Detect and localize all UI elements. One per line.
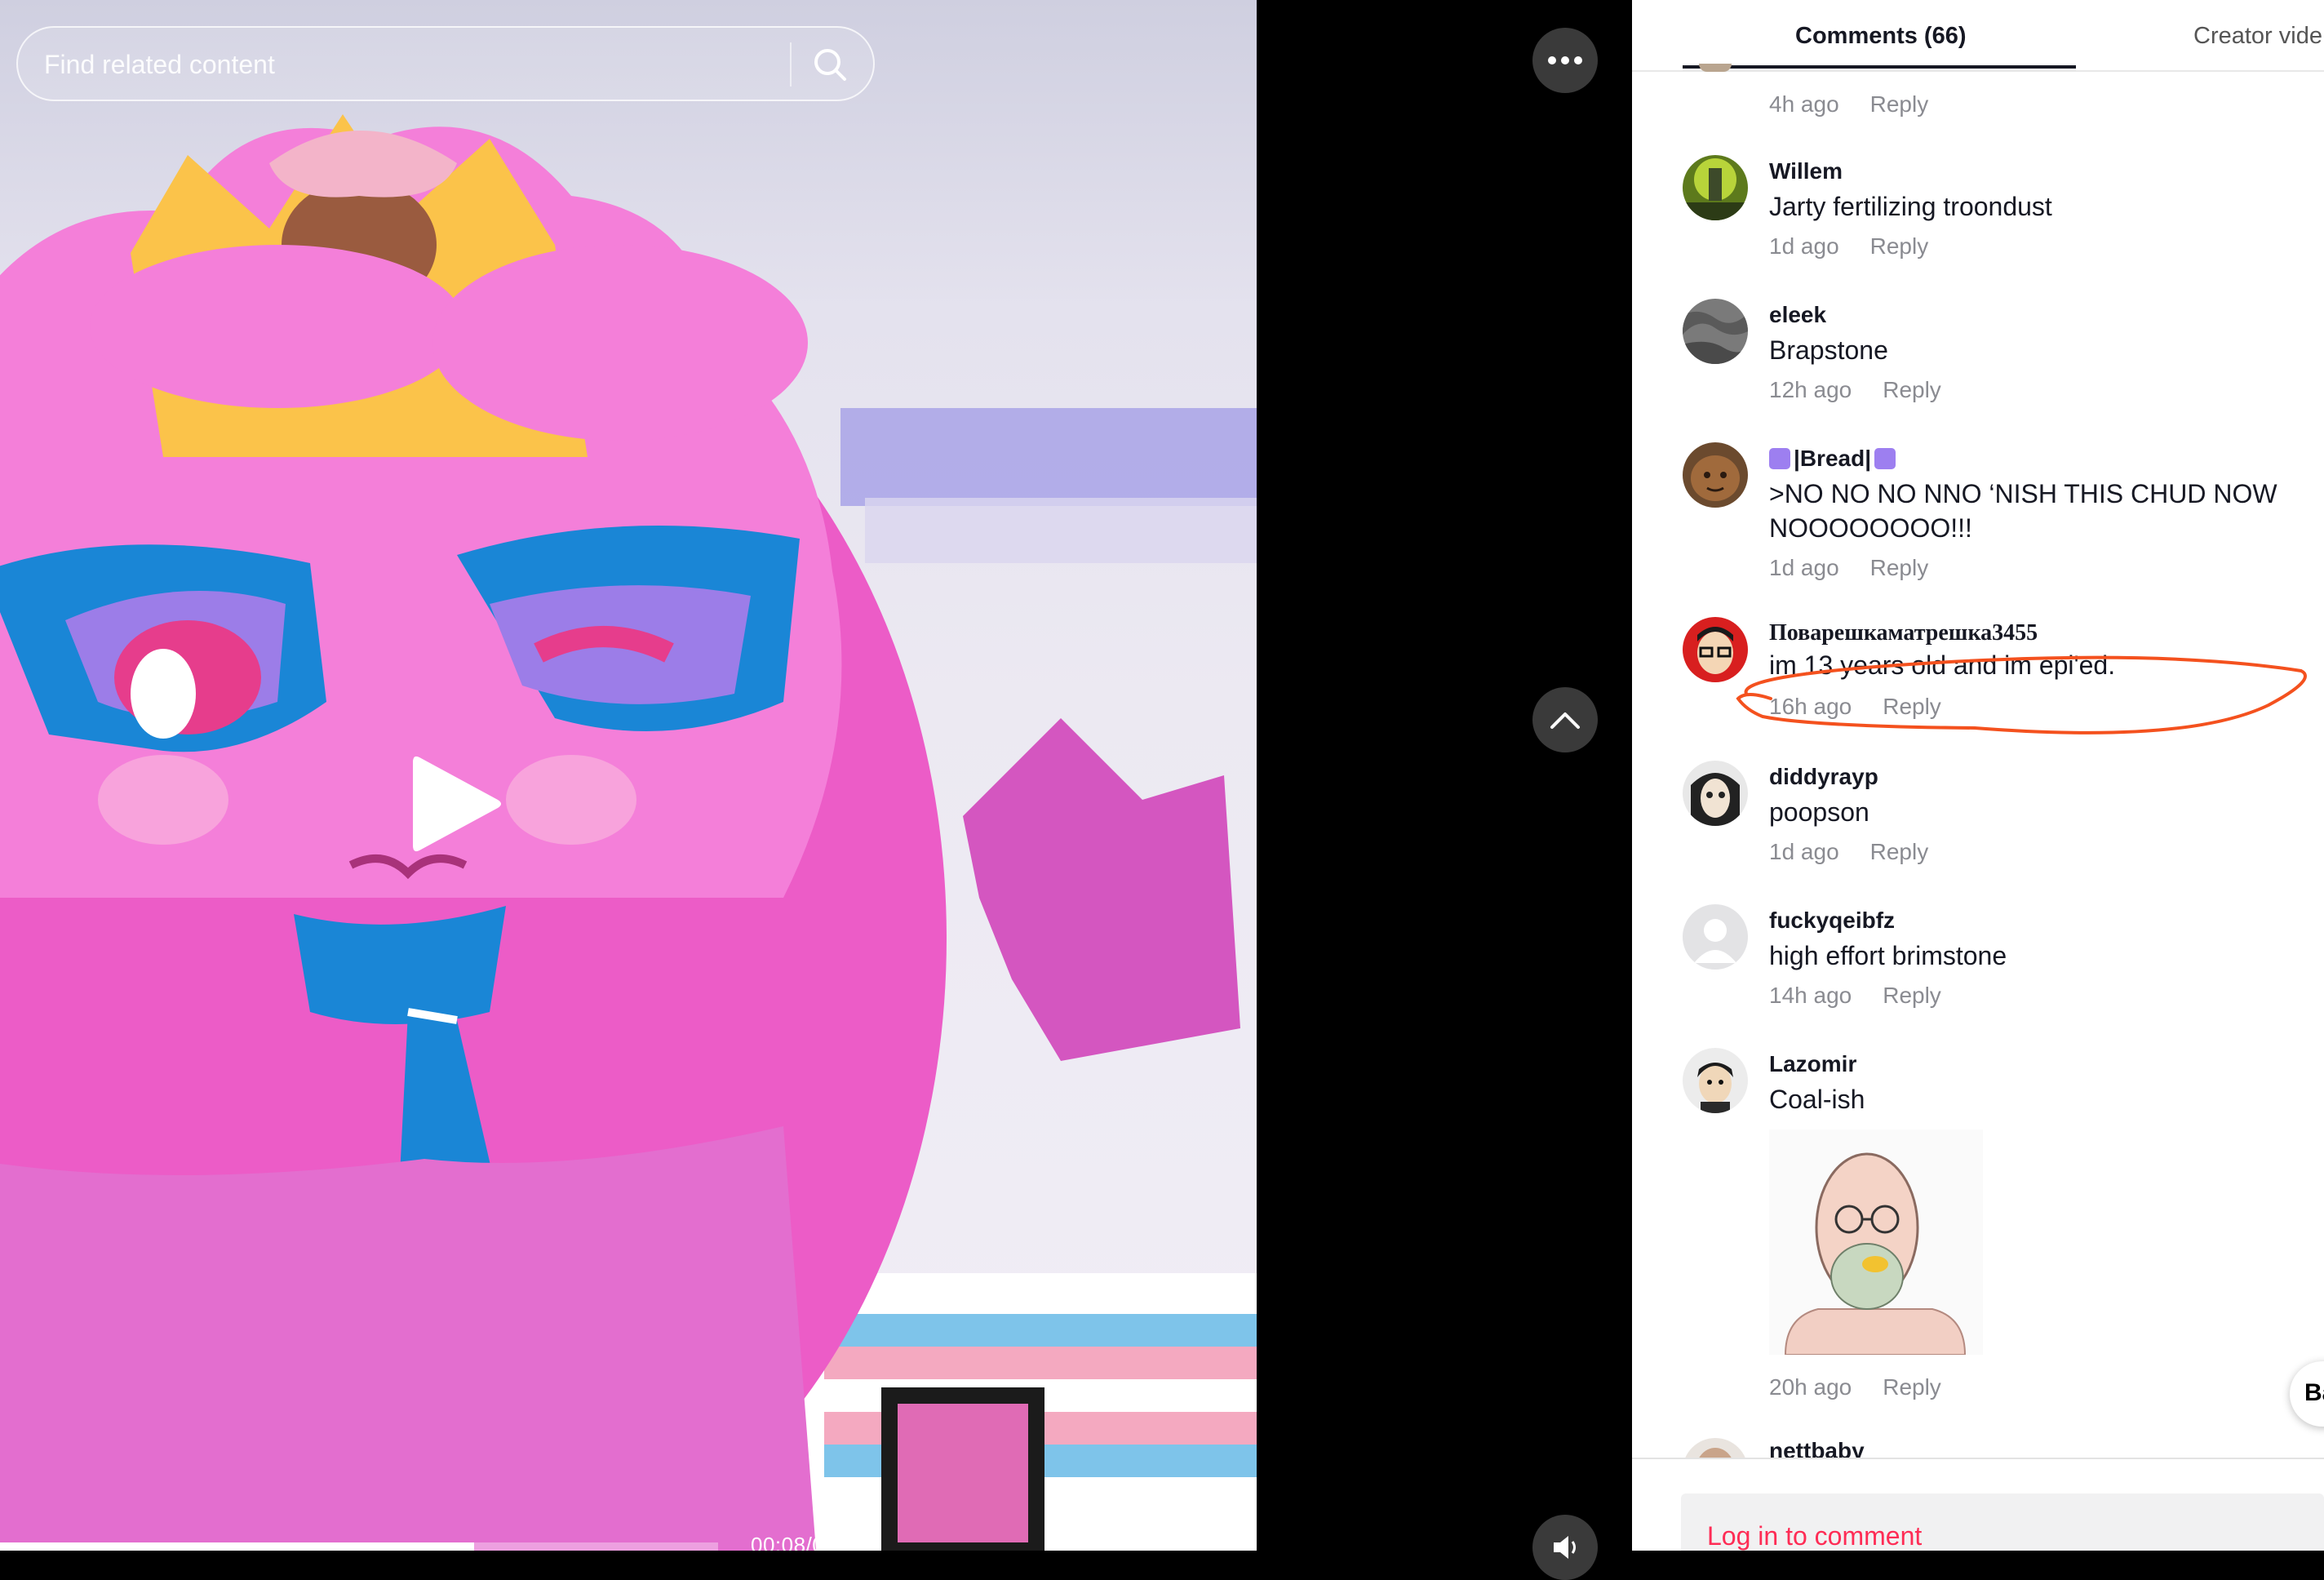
comment-item: Lazomir Coal-ish 20h ago Reply (1683, 1048, 2319, 1407)
comments-bottom-divider (1632, 1458, 2324, 1459)
reply-button[interactable]: Reply (1883, 694, 1941, 719)
reply-button[interactable]: Reply (1870, 555, 1929, 580)
comment-time: 16h ago (1769, 694, 1852, 719)
comment-time: 1d ago (1769, 839, 1839, 864)
side-floating-button-label: Ba (2304, 1379, 2324, 1406)
progress-bar[interactable] (0, 1542, 718, 1551)
avatar[interactable] (1683, 1438, 1748, 1458)
comment-meta: 1d ago Reply (1769, 555, 1928, 581)
play-button[interactable] (408, 751, 506, 857)
avatar[interactable] (1699, 64, 1732, 72)
comment-time: 1d ago (1769, 555, 1839, 580)
avatar[interactable] (1683, 1048, 1748, 1113)
comments-panel: Comments (66) Creator vide 4h ago Reply W… (1632, 0, 2324, 1551)
badge-icon (1874, 448, 1896, 469)
reply-button[interactable]: Reply (1870, 233, 1929, 259)
badge-icon (1769, 448, 1790, 469)
more-options-button[interactable] (1532, 28, 1598, 93)
comment-username[interactable]: Поварешкаматрешка3455 (1769, 620, 2038, 646)
comment-time: 20h ago (1769, 1374, 1852, 1400)
search-button[interactable] (803, 38, 857, 91)
avatar[interactable] (1683, 155, 1748, 220)
comment-meta: 12h ago Reply (1769, 377, 1941, 403)
reply-button[interactable]: Reply (1870, 839, 1929, 864)
avatar[interactable] (1683, 617, 1748, 682)
search-bar[interactable] (16, 26, 875, 101)
reply-button[interactable]: Reply (1883, 983, 1941, 1008)
comment-text: high effort brimstone (1769, 941, 2007, 970)
comment-text: >NO NO NO NNO ‘NISH THIS CHUD NOW NOOOOO… (1769, 479, 2277, 543)
volume-button[interactable] (1532, 1515, 1598, 1580)
comment-sticker-image[interactable] (1769, 1130, 1983, 1356)
video-player[interactable]: 00:08/00:12 (0, 0, 1257, 1551)
comment-item: |Bread| >NO NO NO NNO ‘NISH THIS CHUD NO… (1683, 442, 2319, 597)
reply-button[interactable]: Reply (1870, 91, 1929, 117)
comment-username[interactable]: |Bread| (1769, 446, 1896, 472)
video-frame-artwork (0, 114, 1257, 1551)
comment-item: nettbaby (1683, 1433, 2319, 1458)
comment-meta: 4h ago Reply (1769, 91, 1928, 118)
comment-time: 4h ago (1769, 91, 1839, 117)
comment-text: Brapstone (1769, 335, 1888, 365)
reply-button[interactable]: Reply (1883, 1374, 1941, 1400)
comment-username[interactable]: nettbaby (1769, 1438, 1865, 1458)
comment-username[interactable]: diddyrayp (1769, 764, 1878, 790)
chevron-up-icon (1550, 712, 1580, 729)
more-dots-icon (1548, 56, 1582, 64)
comment-meta: 1d ago Reply (1769, 839, 1928, 865)
comment-username[interactable]: Willem (1769, 158, 1843, 184)
comment-username[interactable]: fuckyqeibfz (1769, 908, 1895, 934)
play-icon (413, 756, 501, 852)
search-divider (790, 42, 792, 87)
comment-item: 4h ago Reply (1683, 33, 2319, 122)
reply-button[interactable]: Reply (1883, 377, 1941, 402)
login-to-comment-link[interactable]: Log in to comment (1707, 1521, 1922, 1551)
comment-time: 14h ago (1769, 983, 1852, 1008)
comment-text: poopson (1769, 797, 1869, 827)
avatar[interactable] (1683, 442, 1748, 508)
comment-time: 12h ago (1769, 377, 1852, 402)
comment-time: 1d ago (1769, 233, 1839, 259)
comment-username[interactable]: Lazomir (1769, 1051, 1856, 1077)
comment-meta: 20h ago Reply (1769, 1374, 1941, 1400)
volume-icon (1554, 1536, 1576, 1559)
comment-meta: 1d ago Reply (1769, 233, 1928, 260)
avatar[interactable] (1683, 299, 1748, 364)
comment-meta: 14h ago Reply (1769, 983, 1941, 1009)
comment-text: Coal-ish (1769, 1085, 1865, 1114)
comment-item: Поварешкаматрешка3455 im 13 years old an… (1683, 617, 2319, 739)
comment-item: Willem Jarty fertilizing troondust 1d ag… (1683, 155, 2319, 277)
previous-video-button[interactable] (1532, 687, 1598, 752)
avatar[interactable] (1683, 761, 1748, 826)
comment-input-bar[interactable]: Log in to comment (1681, 1493, 2324, 1551)
comment-item: diddyrayp poopson 1d ago Reply (1683, 761, 2319, 883)
comment-item: fuckyqeibfz high effort brimstone 14h ag… (1683, 904, 2319, 1027)
comment-text: Jarty fertilizing troondust (1769, 192, 2052, 221)
search-input[interactable] (42, 28, 780, 101)
comment-text: im 13 years old and im epi'ed. (1769, 650, 2116, 680)
video-time: 00:08/00:12 (751, 1533, 867, 1551)
search-icon (814, 49, 846, 81)
default-avatar-icon (1683, 904, 1748, 970)
comment-item: eleek Brapstone 12h ago Reply (1683, 299, 2319, 421)
comment-username[interactable]: eleek (1769, 302, 1826, 328)
comment-meta: 16h ago Reply (1769, 694, 1941, 720)
avatar[interactable] (1683, 904, 1748, 970)
progress-fill (0, 1542, 474, 1551)
